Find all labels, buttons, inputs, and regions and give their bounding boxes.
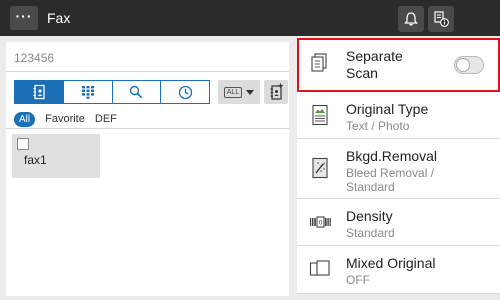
separate-scan-label: Separate Scan xyxy=(346,48,403,81)
tab-history[interactable] xyxy=(161,81,209,103)
background-removal-value: Bleed Removal / Standard xyxy=(346,166,435,194)
destination-tabs xyxy=(14,80,210,104)
mixed-original-icon xyxy=(309,260,330,276)
density-icon: 0 xyxy=(310,216,331,228)
pane-separator xyxy=(289,42,293,296)
destination-number-field[interactable]: 123456 xyxy=(6,42,290,72)
tab-keypad[interactable] xyxy=(63,81,113,103)
background-removal-option[interactable]: Bkgd.Removal Bleed Removal / Standard xyxy=(297,139,500,199)
destination-number-text: 123456 xyxy=(14,51,55,65)
destination-pane: 123456 ALL All Favorite DEF fax1 xyxy=(6,42,290,296)
background-removal-icon xyxy=(312,157,328,179)
density-label: Density xyxy=(346,208,393,224)
mixed-original-value: OFF xyxy=(346,273,370,287)
original-type-label: Original Type xyxy=(346,101,429,117)
keypad-icon xyxy=(81,86,94,99)
tab-address-book[interactable] xyxy=(15,81,64,103)
index-dropdown-value: ALL xyxy=(223,86,243,98)
top-bar: ··· Fax xyxy=(0,0,500,36)
chevron-down-icon xyxy=(246,89,255,95)
background-removal-label: Bkgd.Removal xyxy=(346,148,438,164)
destination-item[interactable]: fax1 xyxy=(12,134,100,178)
menu-button[interactable]: ··· xyxy=(10,6,38,30)
separate-scan-icon xyxy=(311,53,327,72)
divider xyxy=(6,128,290,129)
tab-search[interactable] xyxy=(112,81,162,103)
mixed-original-option[interactable]: Mixed Original OFF xyxy=(297,246,500,294)
separate-scan-option[interactable]: Separate Scan xyxy=(297,38,500,92)
original-type-icon xyxy=(312,104,328,126)
register-destination-button[interactable] xyxy=(264,80,288,104)
density-value: Standard xyxy=(346,226,395,240)
original-type-value: Text / Photo xyxy=(346,119,410,133)
separate-scan-toggle[interactable] xyxy=(454,56,484,74)
destination-checkbox[interactable] xyxy=(17,138,29,150)
density-option[interactable]: 0 Density Standard xyxy=(297,199,500,246)
filter-favorite[interactable]: Favorite xyxy=(45,113,85,125)
fax-info-icon xyxy=(434,11,449,27)
index-filters: All Favorite DEF xyxy=(14,111,117,127)
app-title: Fax xyxy=(47,10,71,26)
fax-info-button[interactable] xyxy=(428,6,454,32)
original-type-option[interactable]: Original Type Text / Photo xyxy=(297,92,500,139)
notification-button[interactable] xyxy=(398,6,424,32)
history-icon xyxy=(178,85,192,99)
destination-label: fax1 xyxy=(24,153,47,167)
index-dropdown[interactable]: ALL xyxy=(218,80,260,104)
filter-def[interactable]: DEF xyxy=(95,113,117,125)
address-book-icon xyxy=(33,84,45,100)
toggle-knob xyxy=(456,58,470,72)
filter-all[interactable]: All xyxy=(14,111,36,127)
search-icon xyxy=(130,85,143,99)
mixed-original-label: Mixed Original xyxy=(346,255,436,271)
register-address-icon xyxy=(270,83,283,100)
svg-text:0: 0 xyxy=(319,220,323,227)
bell-icon xyxy=(404,12,418,26)
